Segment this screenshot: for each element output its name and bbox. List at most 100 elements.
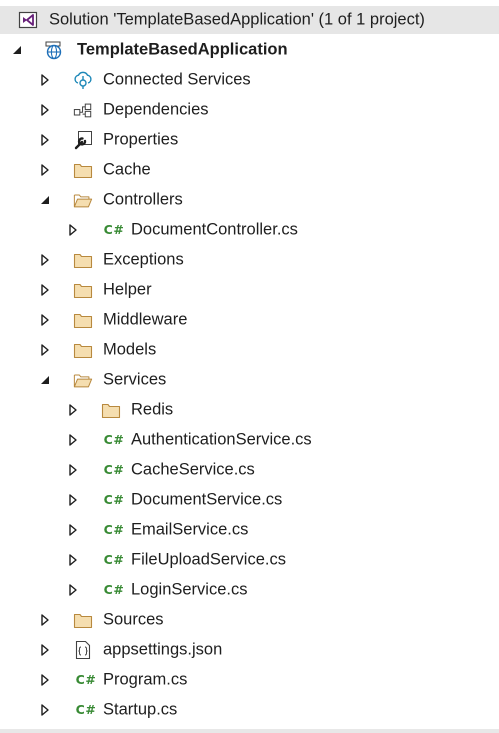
csharp-glyph: C# bbox=[103, 491, 125, 507]
tree-item-row[interactable]: C# Program.cs bbox=[0, 665, 499, 695]
web-project-globe-icon bbox=[44, 40, 64, 60]
tree-item-label: DocumentController.cs bbox=[131, 220, 298, 239]
folder-open-icon bbox=[73, 370, 93, 390]
tree-item-row[interactable]: Helper bbox=[0, 275, 499, 305]
folder-icon bbox=[101, 400, 121, 420]
tree-item-row[interactable]: C# FileUploadService.cs bbox=[0, 545, 499, 575]
collapsed-arrow-icon[interactable] bbox=[38, 643, 52, 657]
tree-item-label: LoginService.cs bbox=[131, 580, 248, 599]
collapsed-arrow-icon[interactable] bbox=[38, 253, 52, 267]
expanded-arrow-icon[interactable] bbox=[38, 373, 52, 387]
csharp-file-icon: C# bbox=[101, 430, 127, 450]
csharp-file-icon: C# bbox=[101, 520, 127, 540]
tree-item-label: Models bbox=[103, 340, 157, 359]
tree-item-label: CacheService.cs bbox=[131, 460, 255, 479]
folder-icon bbox=[73, 250, 93, 270]
tree-item-row[interactable]: C# DocumentService.cs bbox=[0, 485, 499, 515]
tree-item-row[interactable]: C# EmailService.cs bbox=[0, 515, 499, 545]
csharp-glyph: C# bbox=[103, 461, 125, 477]
collapsed-arrow-icon[interactable] bbox=[38, 343, 52, 357]
tree-item-row[interactable]: Middleware bbox=[0, 305, 499, 335]
tree-item-row[interactable]: C# AuthenticationService.cs bbox=[0, 425, 499, 455]
csharp-file-icon: C# bbox=[101, 460, 127, 480]
solution-row[interactable]: Solution 'TemplateBasedApplication' (1 o… bbox=[0, 6, 499, 34]
collapsed-arrow-icon[interactable] bbox=[66, 433, 80, 447]
bottom-border bbox=[0, 729, 499, 733]
tree-item-row[interactable]: C# DocumentController.cs bbox=[0, 215, 499, 245]
csharp-glyph: C# bbox=[103, 431, 125, 447]
tree-item-row[interactable]: Dependencies bbox=[0, 95, 499, 125]
tree-item-row[interactable]: Redis bbox=[0, 395, 499, 425]
collapsed-arrow-icon[interactable] bbox=[38, 703, 52, 717]
tree-item-row[interactable]: C# Startup.cs bbox=[0, 695, 499, 725]
csharp-glyph: C# bbox=[103, 521, 125, 537]
tree-item-row[interactable]: Services bbox=[0, 365, 499, 395]
project-row[interactable]: TemplateBasedApplication bbox=[0, 35, 499, 65]
tree-item-label: Cache bbox=[103, 160, 151, 179]
expanded-arrow-icon[interactable] bbox=[10, 43, 24, 57]
tree-item-label: Sources bbox=[103, 610, 164, 629]
tree-item-row[interactable]: C# CacheService.cs bbox=[0, 455, 499, 485]
collapsed-arrow-icon[interactable] bbox=[66, 223, 80, 237]
collapsed-arrow-icon[interactable] bbox=[38, 613, 52, 627]
tree-item-label: Dependencies bbox=[103, 100, 209, 119]
tree-item-label: Middleware bbox=[103, 310, 188, 329]
collapsed-arrow-icon[interactable] bbox=[66, 523, 80, 537]
tree-item-label: AuthenticationService.cs bbox=[131, 430, 312, 449]
csharp-glyph: C# bbox=[103, 581, 125, 597]
tree-item-label: appsettings.json bbox=[103, 640, 223, 659]
connected-services-icon bbox=[73, 70, 93, 90]
collapsed-arrow-icon[interactable] bbox=[38, 313, 52, 327]
collapsed-arrow-icon[interactable] bbox=[38, 283, 52, 297]
csharp-file-icon: C# bbox=[73, 700, 99, 720]
collapsed-arrow-icon[interactable] bbox=[38, 103, 52, 117]
solution-explorer-tree: Solution 'TemplateBasedApplication' (1 o… bbox=[0, 0, 499, 733]
tree-item-label: FileUploadService.cs bbox=[131, 550, 286, 569]
tree-item-row[interactable]: Controllers bbox=[0, 185, 499, 215]
tree-item-row[interactable]: Properties bbox=[0, 125, 499, 155]
json-file-icon bbox=[73, 640, 93, 660]
folder-open-icon bbox=[73, 190, 93, 210]
folder-icon bbox=[73, 340, 93, 360]
tree-item-label: Exceptions bbox=[103, 250, 184, 269]
tree-item-label: Redis bbox=[131, 400, 174, 419]
tree-item-label: Controllers bbox=[103, 190, 183, 209]
collapsed-arrow-icon[interactable] bbox=[38, 673, 52, 687]
collapsed-arrow-icon[interactable] bbox=[38, 133, 52, 147]
tree-item-row[interactable]: Cache bbox=[0, 155, 499, 185]
properties-wrench-icon bbox=[73, 130, 93, 150]
tree-item-label: Startup.cs bbox=[103, 700, 178, 719]
tree-item-label: EmailService.cs bbox=[131, 520, 249, 539]
csharp-glyph: C# bbox=[103, 551, 125, 567]
tree-item-label: DocumentService.cs bbox=[131, 490, 283, 509]
tree-item-label: Connected Services bbox=[103, 70, 251, 89]
visual-studio-solution-icon bbox=[18, 10, 38, 30]
tree-item-row[interactable]: Sources bbox=[0, 605, 499, 635]
folder-icon bbox=[73, 610, 93, 630]
collapsed-arrow-icon[interactable] bbox=[66, 553, 80, 567]
tree-item-row[interactable]: appsettings.json bbox=[0, 635, 499, 665]
csharp-file-icon: C# bbox=[101, 580, 127, 600]
csharp-file-icon: C# bbox=[101, 220, 127, 240]
folder-icon bbox=[73, 160, 93, 180]
collapsed-arrow-icon[interactable] bbox=[38, 163, 52, 177]
collapsed-arrow-icon[interactable] bbox=[66, 463, 80, 477]
csharp-glyph: C# bbox=[75, 701, 97, 717]
collapsed-arrow-icon[interactable] bbox=[66, 583, 80, 597]
csharp-file-icon: C# bbox=[101, 550, 127, 570]
expanded-arrow-icon[interactable] bbox=[38, 193, 52, 207]
tree-item-row[interactable]: Models bbox=[0, 335, 499, 365]
tree-item-row[interactable]: C# LoginService.cs bbox=[0, 575, 499, 605]
collapsed-arrow-icon[interactable] bbox=[66, 403, 80, 417]
tree-item-row[interactable]: Exceptions bbox=[0, 245, 499, 275]
collapsed-arrow-icon[interactable] bbox=[38, 73, 52, 87]
tree-item-label: Helper bbox=[103, 280, 152, 299]
tree-item-label: Program.cs bbox=[103, 670, 188, 689]
project-label: TemplateBasedApplication bbox=[77, 40, 288, 59]
tree-item-label: Services bbox=[103, 370, 167, 389]
solution-label: Solution 'TemplateBasedApplication' (1 o… bbox=[49, 10, 425, 29]
collapsed-arrow-icon[interactable] bbox=[66, 493, 80, 507]
tree-item-label: Properties bbox=[103, 130, 179, 149]
tree-item-row[interactable]: Connected Services bbox=[0, 65, 499, 95]
csharp-glyph: C# bbox=[75, 671, 97, 687]
